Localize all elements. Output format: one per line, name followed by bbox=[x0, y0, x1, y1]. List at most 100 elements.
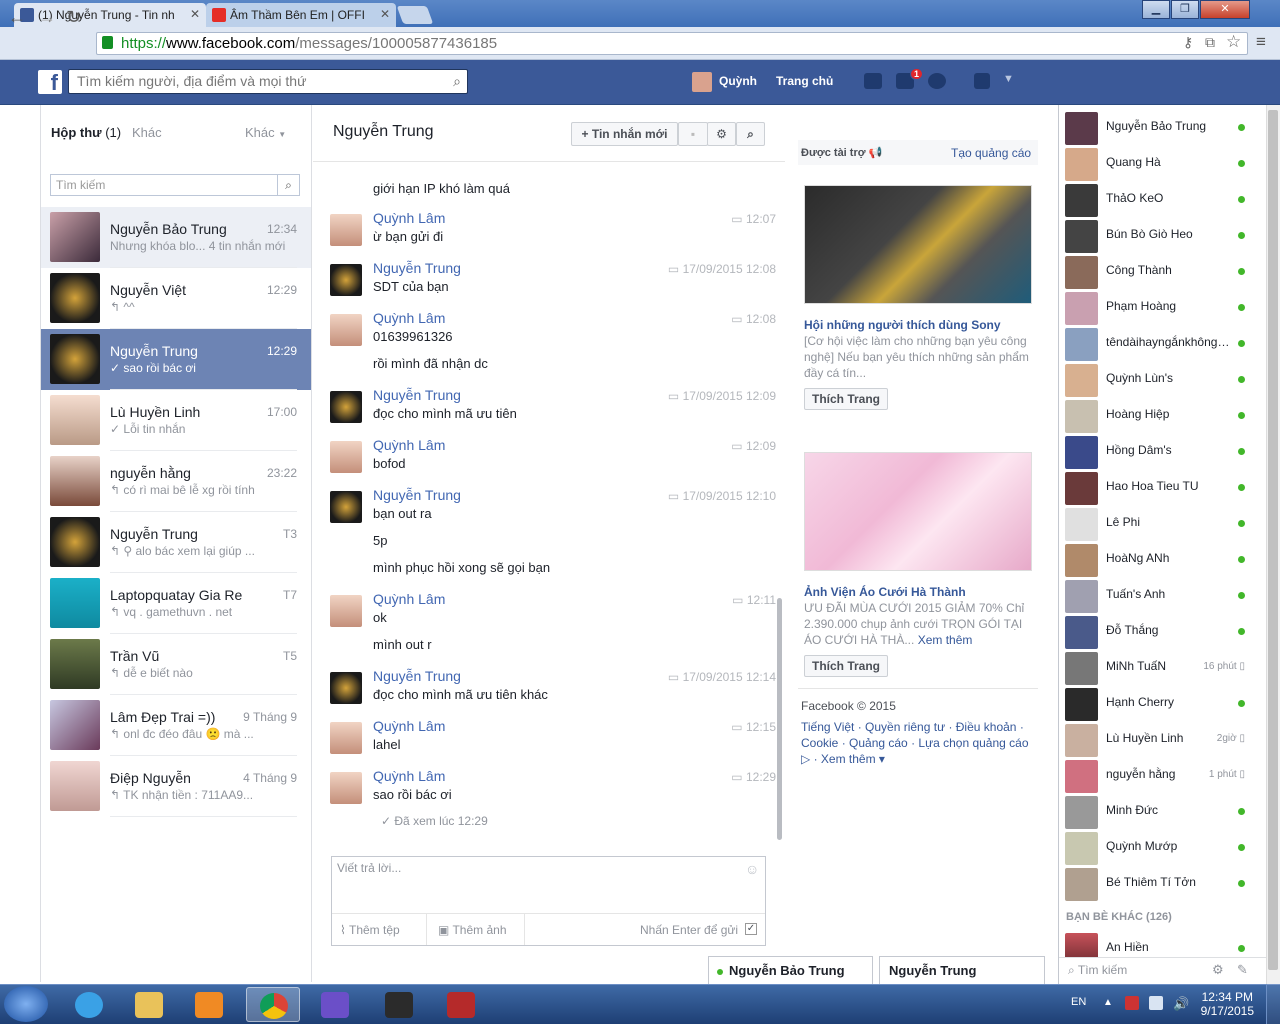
ad-title[interactable]: Ảnh Viện Áo Cưới Hà Thành bbox=[804, 585, 966, 599]
action-center-icon[interactable] bbox=[1125, 996, 1139, 1010]
ie-taskbar-icon[interactable] bbox=[62, 987, 116, 1022]
chat-friend[interactable]: Minh Đức bbox=[1059, 792, 1259, 829]
chat-friend[interactable]: Lù Huyền Linh 2giờ ▯ bbox=[1059, 720, 1259, 757]
home-link[interactable]: Trang chủ bbox=[776, 74, 833, 88]
ad-image-sony[interactable] bbox=[804, 185, 1032, 304]
message-author[interactable]: Quỳnh Lâm bbox=[373, 210, 445, 226]
chat-friend[interactable]: Phạm Hoàng bbox=[1059, 288, 1259, 325]
url-bar[interactable]: https://www.facebook.com/messages/100005… bbox=[96, 32, 1248, 55]
explorer-taskbar-icon[interactable] bbox=[122, 987, 176, 1022]
chat-friend[interactable]: Quỳnh Lùn's bbox=[1059, 360, 1259, 397]
chat-friend[interactable]: Lê Phi bbox=[1059, 504, 1259, 541]
tray-arrow-icon[interactable]: ▲ bbox=[1103, 997, 1113, 1008]
message-author[interactable]: Nguyễn Trung bbox=[373, 487, 461, 503]
search-conversation-icon[interactable]: ⌕ bbox=[736, 122, 765, 146]
conversation-item[interactable]: Nguyễn Việt 12:29 ↰ ^^ bbox=[41, 268, 311, 329]
account-menu-chevron-icon[interactable]: ▼ bbox=[1003, 73, 1014, 85]
conversation-item[interactable]: nguyễn hằng 23:22 ↰ có rì mai bê lễ xg rồi… bbox=[41, 451, 311, 512]
message-author[interactable]: Nguyễn Trung bbox=[373, 260, 461, 276]
video-call-icon[interactable]: ▪ bbox=[678, 122, 708, 146]
inbox-search-input[interactable]: Tìm kiếm ⌕ bbox=[50, 174, 300, 196]
more-dropdown[interactable]: Khác ▼ bbox=[245, 125, 286, 140]
avatar[interactable] bbox=[330, 264, 362, 296]
user-avatar[interactable] bbox=[692, 72, 712, 92]
chat-friend[interactable]: têndàihayngắnkhôngquan... bbox=[1059, 324, 1259, 361]
create-ad-link[interactable]: Tạo quảng cáo bbox=[951, 146, 1031, 160]
media-player-taskbar-icon[interactable] bbox=[182, 987, 236, 1022]
search-icon[interactable]: ⌕ bbox=[453, 70, 461, 93]
avatar[interactable] bbox=[330, 314, 362, 346]
show-desktop-button[interactable] bbox=[1266, 984, 1280, 1024]
conversation-item[interactable]: Lù Huyền Linh 17:00 ✓ Lỗi tin nhắn bbox=[41, 390, 311, 451]
chat-friend[interactable]: Hạnh Cherry bbox=[1059, 684, 1259, 721]
close-window-button[interactable]: ✕ bbox=[1200, 0, 1250, 19]
message-author[interactable]: Quỳnh Lâm bbox=[373, 310, 445, 326]
start-button-icon[interactable] bbox=[4, 986, 48, 1022]
avatar[interactable] bbox=[330, 722, 362, 754]
avatar[interactable] bbox=[330, 672, 362, 704]
reload-button[interactable]: ↻ bbox=[66, 7, 81, 28]
emoji-icon[interactable]: ☺ bbox=[745, 861, 759, 877]
chrome-taskbar-icon[interactable] bbox=[246, 987, 300, 1022]
chat-friend[interactable]: nguyễn hằng 1 phút ▯ bbox=[1059, 756, 1259, 793]
game2-taskbar-icon[interactable] bbox=[434, 987, 488, 1022]
avatar[interactable] bbox=[330, 391, 362, 423]
enter-to-send-checkbox[interactable]: ✓ bbox=[745, 923, 757, 935]
chat-friend[interactable]: Quỳnh Mướp bbox=[1059, 828, 1259, 865]
add-photo-button[interactable]: ▣ Thêm ảnh bbox=[438, 923, 507, 937]
game-taskbar-icon[interactable] bbox=[372, 987, 426, 1022]
ad-title[interactable]: Hội những người thích dùng Sony bbox=[804, 318, 1001, 332]
chat-friend[interactable]: Hồng Dâm's bbox=[1059, 432, 1259, 469]
inbox-tab[interactable]: Hộp thư (1) bbox=[51, 125, 121, 140]
chat-friend[interactable]: Công Thành bbox=[1059, 252, 1259, 289]
app-taskbar-icon[interactable] bbox=[308, 987, 362, 1022]
message-author[interactable]: Quỳnh Lâm bbox=[373, 437, 445, 453]
chat-tab-nguyen-trung[interactable]: Nguyễn Trung bbox=[879, 956, 1045, 986]
chat-options-gear-icon[interactable]: ⚙ bbox=[1212, 962, 1224, 978]
conversation-item[interactable]: Lâm Đẹp Trai =)) 9 Tháng 9 ↰ onl đc đéo đâ… bbox=[41, 695, 311, 756]
chat-friend[interactable]: ThảO KeO bbox=[1059, 180, 1259, 217]
message-author[interactable]: Nguyễn Trung bbox=[373, 668, 461, 684]
bookmark-star-icon[interactable]: ☆ bbox=[1226, 32, 1241, 52]
see-more-link[interactable]: Xem thêm bbox=[918, 633, 973, 647]
chat-friend[interactable]: Hao Hoa Tieu TU bbox=[1059, 468, 1259, 505]
chat-friend[interactable]: HoàNg ANh bbox=[1059, 540, 1259, 577]
volume-icon[interactable]: 🔊 bbox=[1173, 996, 1189, 1012]
like-page-button[interactable]: Thích Trang bbox=[804, 388, 888, 410]
maximize-button[interactable]: ❐ bbox=[1171, 0, 1199, 19]
translate-icon[interactable]: ⧉ bbox=[1205, 34, 1215, 51]
conversation-item[interactable]: Điệp Nguyễn 4 Tháng 9 ↰ TK nhận tiền : 711… bbox=[41, 756, 311, 817]
chat-search-input[interactable]: ⌕ Tìm kiếm bbox=[1068, 963, 1127, 978]
chat-friend[interactable]: Bún Bò Giò Heo bbox=[1059, 216, 1259, 253]
forward-button[interactable]: → bbox=[38, 7, 56, 28]
chat-friend[interactable]: Hoàng Hiệp bbox=[1059, 396, 1259, 433]
chat-friend[interactable]: Tuấn's Anh bbox=[1059, 576, 1259, 613]
chat-tab-nguyen-bao-trung[interactable]: Nguyễn Bảo Trung bbox=[708, 956, 873, 986]
thread-scrollbar[interactable] bbox=[777, 598, 782, 840]
gear-icon[interactable]: ⚙ bbox=[707, 122, 736, 146]
conversation-item[interactable]: Nguyễn Bảo Trung 12:34 Nhưng khóa blo... 4… bbox=[41, 207, 311, 268]
new-tab-button[interactable] bbox=[396, 6, 434, 24]
chat-friend[interactable]: Bé Thiêm Tí Tởn bbox=[1059, 864, 1259, 901]
message-author[interactable]: Quỳnh Lâm bbox=[373, 591, 445, 607]
facebook-search-input[interactable]: Tìm kiếm người, địa điểm và mọi thứ ⌕ bbox=[68, 69, 468, 94]
chat-friend[interactable]: Nguyễn Bảo Trung bbox=[1059, 108, 1259, 145]
message-author[interactable]: Nguyễn Trung bbox=[373, 387, 461, 403]
close-tab-icon[interactable]: ✕ bbox=[190, 7, 200, 21]
avatar[interactable] bbox=[330, 595, 362, 627]
privacy-shortcuts-icon[interactable] bbox=[974, 73, 990, 89]
conversation-item[interactable]: Trần Vũ T5 ↰ dễ e biết nào bbox=[41, 634, 311, 695]
compose-icon[interactable]: ✎ bbox=[1237, 962, 1248, 978]
friend-requests-icon[interactable] bbox=[864, 73, 882, 89]
chat-friend[interactable]: Quang Hà bbox=[1059, 144, 1259, 181]
language-indicator[interactable]: EN bbox=[1071, 996, 1086, 1008]
browser-tab-youtube[interactable]: Âm Thầm Bên Em | OFFI ✕ bbox=[206, 3, 396, 27]
network-icon[interactable] bbox=[1149, 996, 1163, 1010]
message-author[interactable]: Quỳnh Lâm bbox=[373, 768, 445, 784]
footer-links[interactable]: Tiếng Việt · Quyền riêng tư · Điều khoản… bbox=[801, 719, 1041, 767]
extension-icon[interactable]: ⚷ bbox=[1183, 34, 1193, 51]
add-file-button[interactable]: ⌇ Thêm tệp bbox=[340, 923, 400, 937]
message-author[interactable]: Quỳnh Lâm bbox=[373, 718, 445, 734]
conversation-item[interactable]: Nguyễn Trung 12:29 ✓ sao rồi bác ơi bbox=[41, 329, 311, 390]
chat-friend[interactable]: MiNh TuấN 16 phút ▯ bbox=[1059, 648, 1259, 685]
